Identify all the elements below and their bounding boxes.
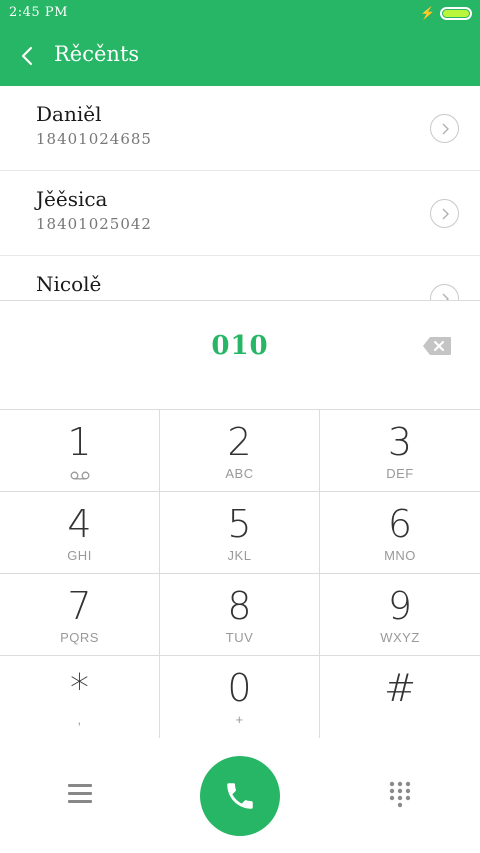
status-time: 2:45 PM xyxy=(9,5,68,20)
key-digit: 3 xyxy=(387,420,413,464)
key-hash[interactable]: # xyxy=(320,656,480,739)
contact-number: 18401025042 xyxy=(36,215,152,233)
contact-detail-button[interactable] xyxy=(430,199,459,228)
contact-detail-button[interactable] xyxy=(430,284,459,300)
battery-icon xyxy=(440,6,472,20)
key-letters: DEF xyxy=(386,466,414,481)
chevron-right-icon xyxy=(442,123,449,134)
key-9[interactable]: 9 WXYZ xyxy=(320,574,480,656)
key-digit: 1 xyxy=(67,420,92,464)
key-digit: # xyxy=(384,666,416,710)
key-letters: PQRS xyxy=(60,630,99,645)
list-item[interactable]: Jěěsica 18401025042 xyxy=(0,171,480,256)
dialpad-button[interactable] xyxy=(388,781,412,809)
key-2[interactable]: 2 ABC xyxy=(160,410,320,492)
contact-detail-button[interactable] xyxy=(430,114,459,143)
key-digit: 8 xyxy=(227,584,252,628)
dial-input-area: 010 xyxy=(0,300,480,409)
key-digit: 7 xyxy=(67,584,92,628)
key-6[interactable]: 6 MNO xyxy=(320,492,480,574)
key-letters: GHI xyxy=(67,548,92,563)
key-7[interactable]: 7 PQRS xyxy=(0,574,160,656)
key-digit: 2 xyxy=(227,420,252,464)
key-5[interactable]: 5 JKL xyxy=(160,492,320,574)
menu-button[interactable] xyxy=(68,784,92,804)
back-button[interactable] xyxy=(12,41,42,71)
contact-name: Nicolě xyxy=(36,272,102,296)
bottom-bar xyxy=(0,738,480,853)
contact-number: 18401024685 xyxy=(36,130,152,148)
charging-icon: ⚡ xyxy=(420,6,435,20)
menu-icon xyxy=(68,784,92,803)
contact-name: Daniěl xyxy=(36,102,102,126)
chevron-right-icon xyxy=(442,208,449,219)
phone-icon xyxy=(227,783,253,809)
key-1[interactable]: 1 xyxy=(0,410,160,492)
key-letters: ABC xyxy=(225,466,254,481)
key-letters: , xyxy=(77,712,82,727)
key-star[interactable]: * , xyxy=(0,656,160,739)
status-bar: 2:45 PM ⚡ xyxy=(0,0,480,26)
status-icons: ⚡ xyxy=(420,6,472,20)
key-digit: 5 xyxy=(227,502,252,546)
key-digit: 9 xyxy=(387,584,413,628)
list-item[interactable]: Daniěl 18401024685 xyxy=(0,86,480,171)
call-button[interactable] xyxy=(200,756,280,836)
list-item[interactable]: Nicolě xyxy=(0,256,480,300)
voicemail-icon xyxy=(0,468,159,483)
page-title: Rěcěnts xyxy=(54,42,140,66)
app-bar: Rěcěnts xyxy=(0,26,480,86)
key-3[interactable]: 3 DEF xyxy=(320,410,480,492)
chevron-left-icon xyxy=(21,46,33,66)
key-letters: + xyxy=(235,712,244,727)
key-0[interactable]: 0 + xyxy=(160,656,320,739)
key-digit: 0 xyxy=(227,666,252,710)
key-8[interactable]: 8 TUV xyxy=(160,574,320,656)
backspace-icon xyxy=(423,337,451,355)
dialpad-icon xyxy=(389,781,411,808)
recents-list: Daniěl 18401024685 Jěěsica 18401025042 N… xyxy=(0,86,480,300)
key-digit: 4 xyxy=(67,502,92,546)
contact-name: Jěěsica xyxy=(36,187,108,211)
key-4[interactable]: 4 GHI xyxy=(0,492,160,574)
key-digit: * xyxy=(70,666,89,710)
key-digit: 6 xyxy=(387,502,413,546)
keypad: 1 2 ABC 3 DEF 4 GHI 5 JKL 6 MNO 7 PQRS 8… xyxy=(0,409,480,739)
backspace-button[interactable] xyxy=(422,336,452,356)
key-letters: WXYZ xyxy=(380,630,420,645)
chevron-right-icon xyxy=(442,293,449,300)
key-letters: JKL xyxy=(227,548,252,563)
key-letters: MNO xyxy=(384,548,416,563)
dialed-number[interactable]: 010 xyxy=(0,331,480,361)
key-letters: TUV xyxy=(225,630,254,645)
